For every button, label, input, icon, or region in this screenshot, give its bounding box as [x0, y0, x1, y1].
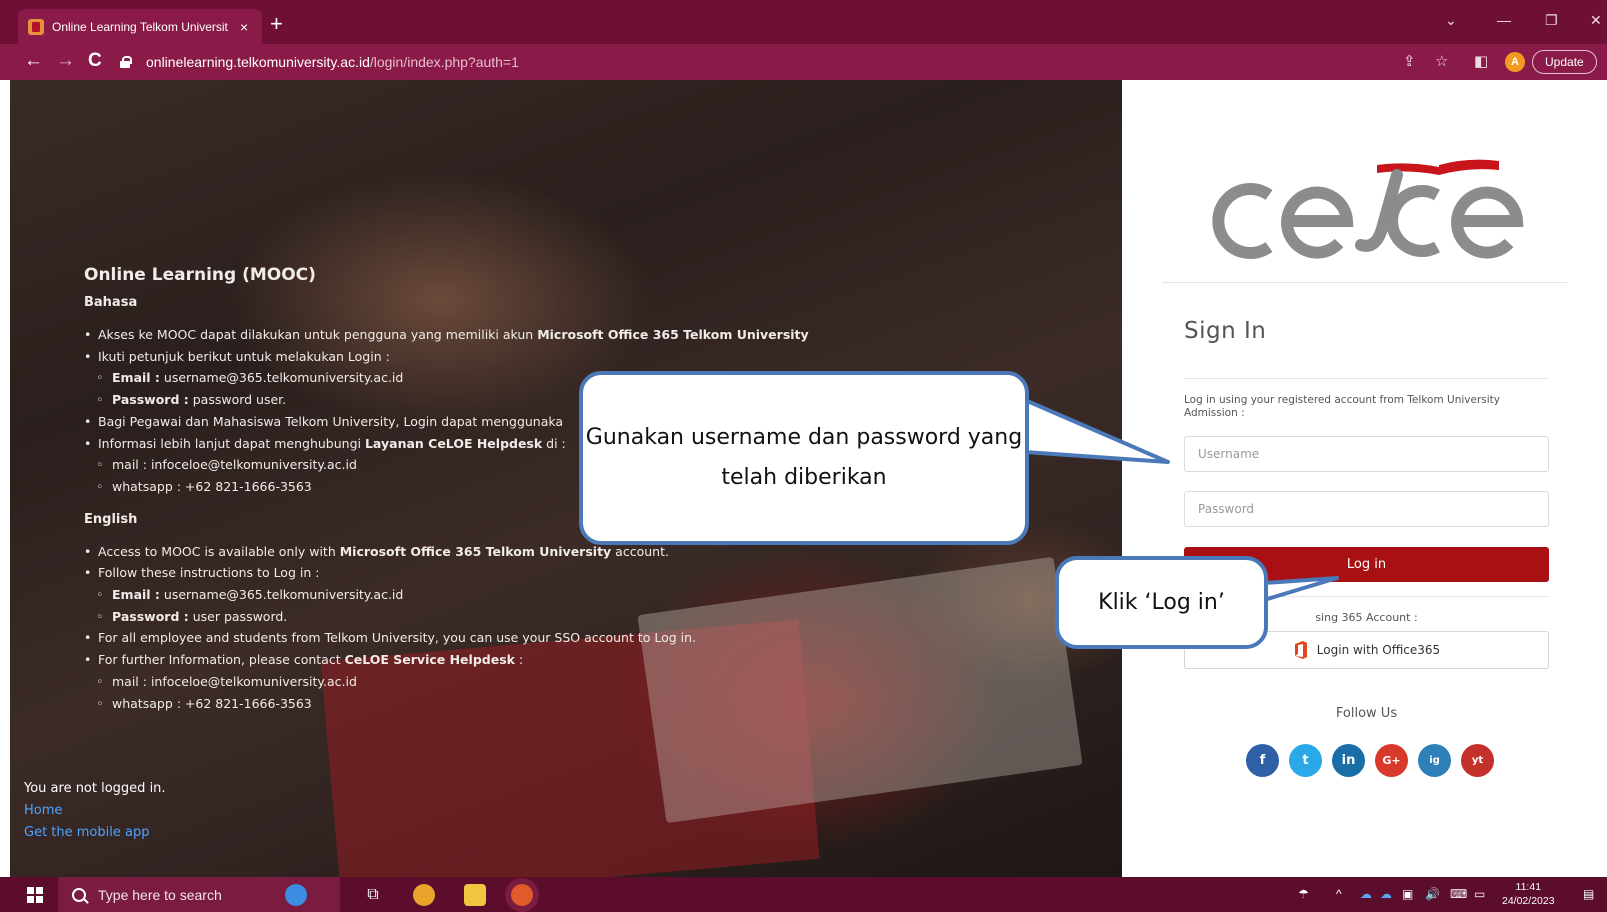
- celoe-logo: [1212, 159, 1524, 259]
- mobile-app-link[interactable]: Get the mobile app: [24, 822, 166, 844]
- password-input[interactable]: [1184, 491, 1549, 527]
- list-item: Follow these instructions to Log in :: [84, 562, 1084, 584]
- browser-tab-bar: Online Learning Telkom Universit × + ⌄ —…: [0, 0, 1607, 44]
- url-path: /login/index.php?auth=1: [369, 54, 519, 70]
- search-highlight-icon[interactable]: [285, 884, 307, 906]
- social-links: f t in G+ ig yt: [1246, 744, 1494, 777]
- divider: [1162, 282, 1567, 283]
- new-tab-button[interactable]: +: [270, 11, 283, 37]
- network-icon[interactable]: ▣: [1402, 887, 1413, 901]
- list-item: Password : user password.: [84, 606, 1084, 628]
- onedrive-icon[interactable]: ☁: [1380, 887, 1392, 901]
- list-item: Akses ke MOOC dapat dilakukan untuk peng…: [84, 324, 1084, 346]
- username-input[interactable]: [1184, 436, 1549, 472]
- divider: [1184, 378, 1549, 379]
- celoe-favicon-icon: [28, 18, 44, 35]
- lock-icon: [120, 56, 132, 68]
- list-item: Email : username@365.telkomuniversity.ac…: [84, 584, 1084, 606]
- taskbar-search-placeholder: Type here to search: [98, 886, 222, 903]
- share-icon[interactable]: ⇪: [1403, 52, 1416, 70]
- facebook-icon[interactable]: f: [1246, 744, 1279, 777]
- office365-label: Login with Office365: [1316, 643, 1441, 657]
- home-link[interactable]: Home: [24, 800, 166, 822]
- task-view-icon[interactable]: ⧉: [362, 884, 384, 906]
- onedrive-icon[interactable]: ☁: [1360, 887, 1372, 901]
- list-item: whatsapp : +62 821-1666-3563: [84, 693, 1084, 715]
- list-item: For further Information, please contact …: [84, 649, 1084, 671]
- not-logged-in-text: You are not logged in.: [24, 781, 166, 796]
- screen: Online Learning Telkom Universit × + ⌄ —…: [0, 0, 1607, 912]
- signin-panel: Sign In Log in using your registered acc…: [1122, 80, 1607, 877]
- youtube-icon[interactable]: yt: [1461, 744, 1494, 777]
- address-bar[interactable]: onlinelearning.telkomuniversity.ac.id /l…: [120, 48, 1390, 76]
- google-plus-icon[interactable]: G+: [1375, 744, 1408, 777]
- bookmark-star-icon[interactable]: ☆: [1435, 52, 1448, 70]
- twitter-icon[interactable]: t: [1289, 744, 1322, 777]
- volume-icon[interactable]: 🔊: [1425, 887, 1440, 901]
- chrome-icon[interactable]: [413, 884, 435, 906]
- forward-arrow-icon[interactable]: →: [56, 50, 75, 72]
- minimize-icon[interactable]: —: [1497, 12, 1511, 28]
- side-panel-icon[interactable]: ◧: [1474, 52, 1488, 70]
- battery-icon[interactable]: ▭: [1474, 887, 1485, 901]
- url-host: onlinelearning.telkomuniversity.ac.id: [146, 54, 370, 70]
- follow-us-label: Follow Us: [1335, 706, 1398, 721]
- list-item: mail : infoceloe@telkomuniversity.ac.id: [84, 671, 1084, 693]
- browser-tab[interactable]: Online Learning Telkom Universit ×: [18, 9, 262, 44]
- windows-taskbar: Type here to search ⧉ ☂ ^ ☁ ☁ ▣ 🔊 ⌨ ▭ 11…: [0, 877, 1607, 912]
- tab-close-icon[interactable]: ×: [240, 19, 248, 35]
- file-explorer-icon[interactable]: [464, 884, 486, 906]
- instruction-callout-credentials: Gunakan username dan password yang telah…: [579, 371, 1029, 545]
- office365-icon: [1294, 641, 1307, 659]
- signin-title: Sign In: [1184, 318, 1267, 344]
- mooc-heading: Online Learning (MOOC): [84, 265, 316, 285]
- weather-icon[interactable]: ☂: [1298, 887, 1309, 901]
- linkedin-icon[interactable]: in: [1332, 744, 1365, 777]
- tab-search-chevron-icon[interactable]: ⌄: [1445, 12, 1457, 29]
- instruction-callout-login: Klik ‘Log in’: [1055, 556, 1268, 649]
- windows-start-icon[interactable]: [27, 887, 43, 903]
- close-window-icon[interactable]: ✕: [1590, 12, 1602, 29]
- reload-icon[interactable]: C: [88, 50, 102, 72]
- search-icon: [72, 887, 86, 902]
- tray-chevron-icon[interactable]: ^: [1336, 887, 1342, 901]
- bahasa-heading: Bahasa: [84, 295, 138, 310]
- english-list: Access to MOOC is available only with Mi…: [84, 541, 1084, 715]
- restore-icon[interactable]: ❐: [1545, 12, 1558, 29]
- update-button[interactable]: Update: [1532, 50, 1597, 74]
- keyboard-icon[interactable]: ⌨: [1450, 887, 1467, 901]
- list-item: Ikuti petunjuk berikut untuk melakukan L…: [84, 346, 1084, 368]
- signin-description: Log in using your registered account fro…: [1184, 394, 1500, 419]
- instagram-icon[interactable]: ig: [1418, 744, 1451, 777]
- chrome-profile-icon[interactable]: [511, 884, 533, 906]
- page-footer: You are not logged in. Home Get the mobi…: [24, 778, 166, 844]
- list-item: For all employee and students from Telko…: [84, 627, 1084, 649]
- browser-toolbar: ← → C onlinelearning.telkomuniversity.ac…: [0, 44, 1607, 80]
- back-arrow-icon[interactable]: ←: [24, 50, 43, 72]
- notifications-icon[interactable]: ▤: [1583, 887, 1594, 901]
- system-clock[interactable]: 11:41 24/02/2023: [1502, 880, 1555, 908]
- profile-avatar[interactable]: A: [1505, 52, 1525, 72]
- tab-title: Online Learning Telkom Universit: [52, 19, 228, 34]
